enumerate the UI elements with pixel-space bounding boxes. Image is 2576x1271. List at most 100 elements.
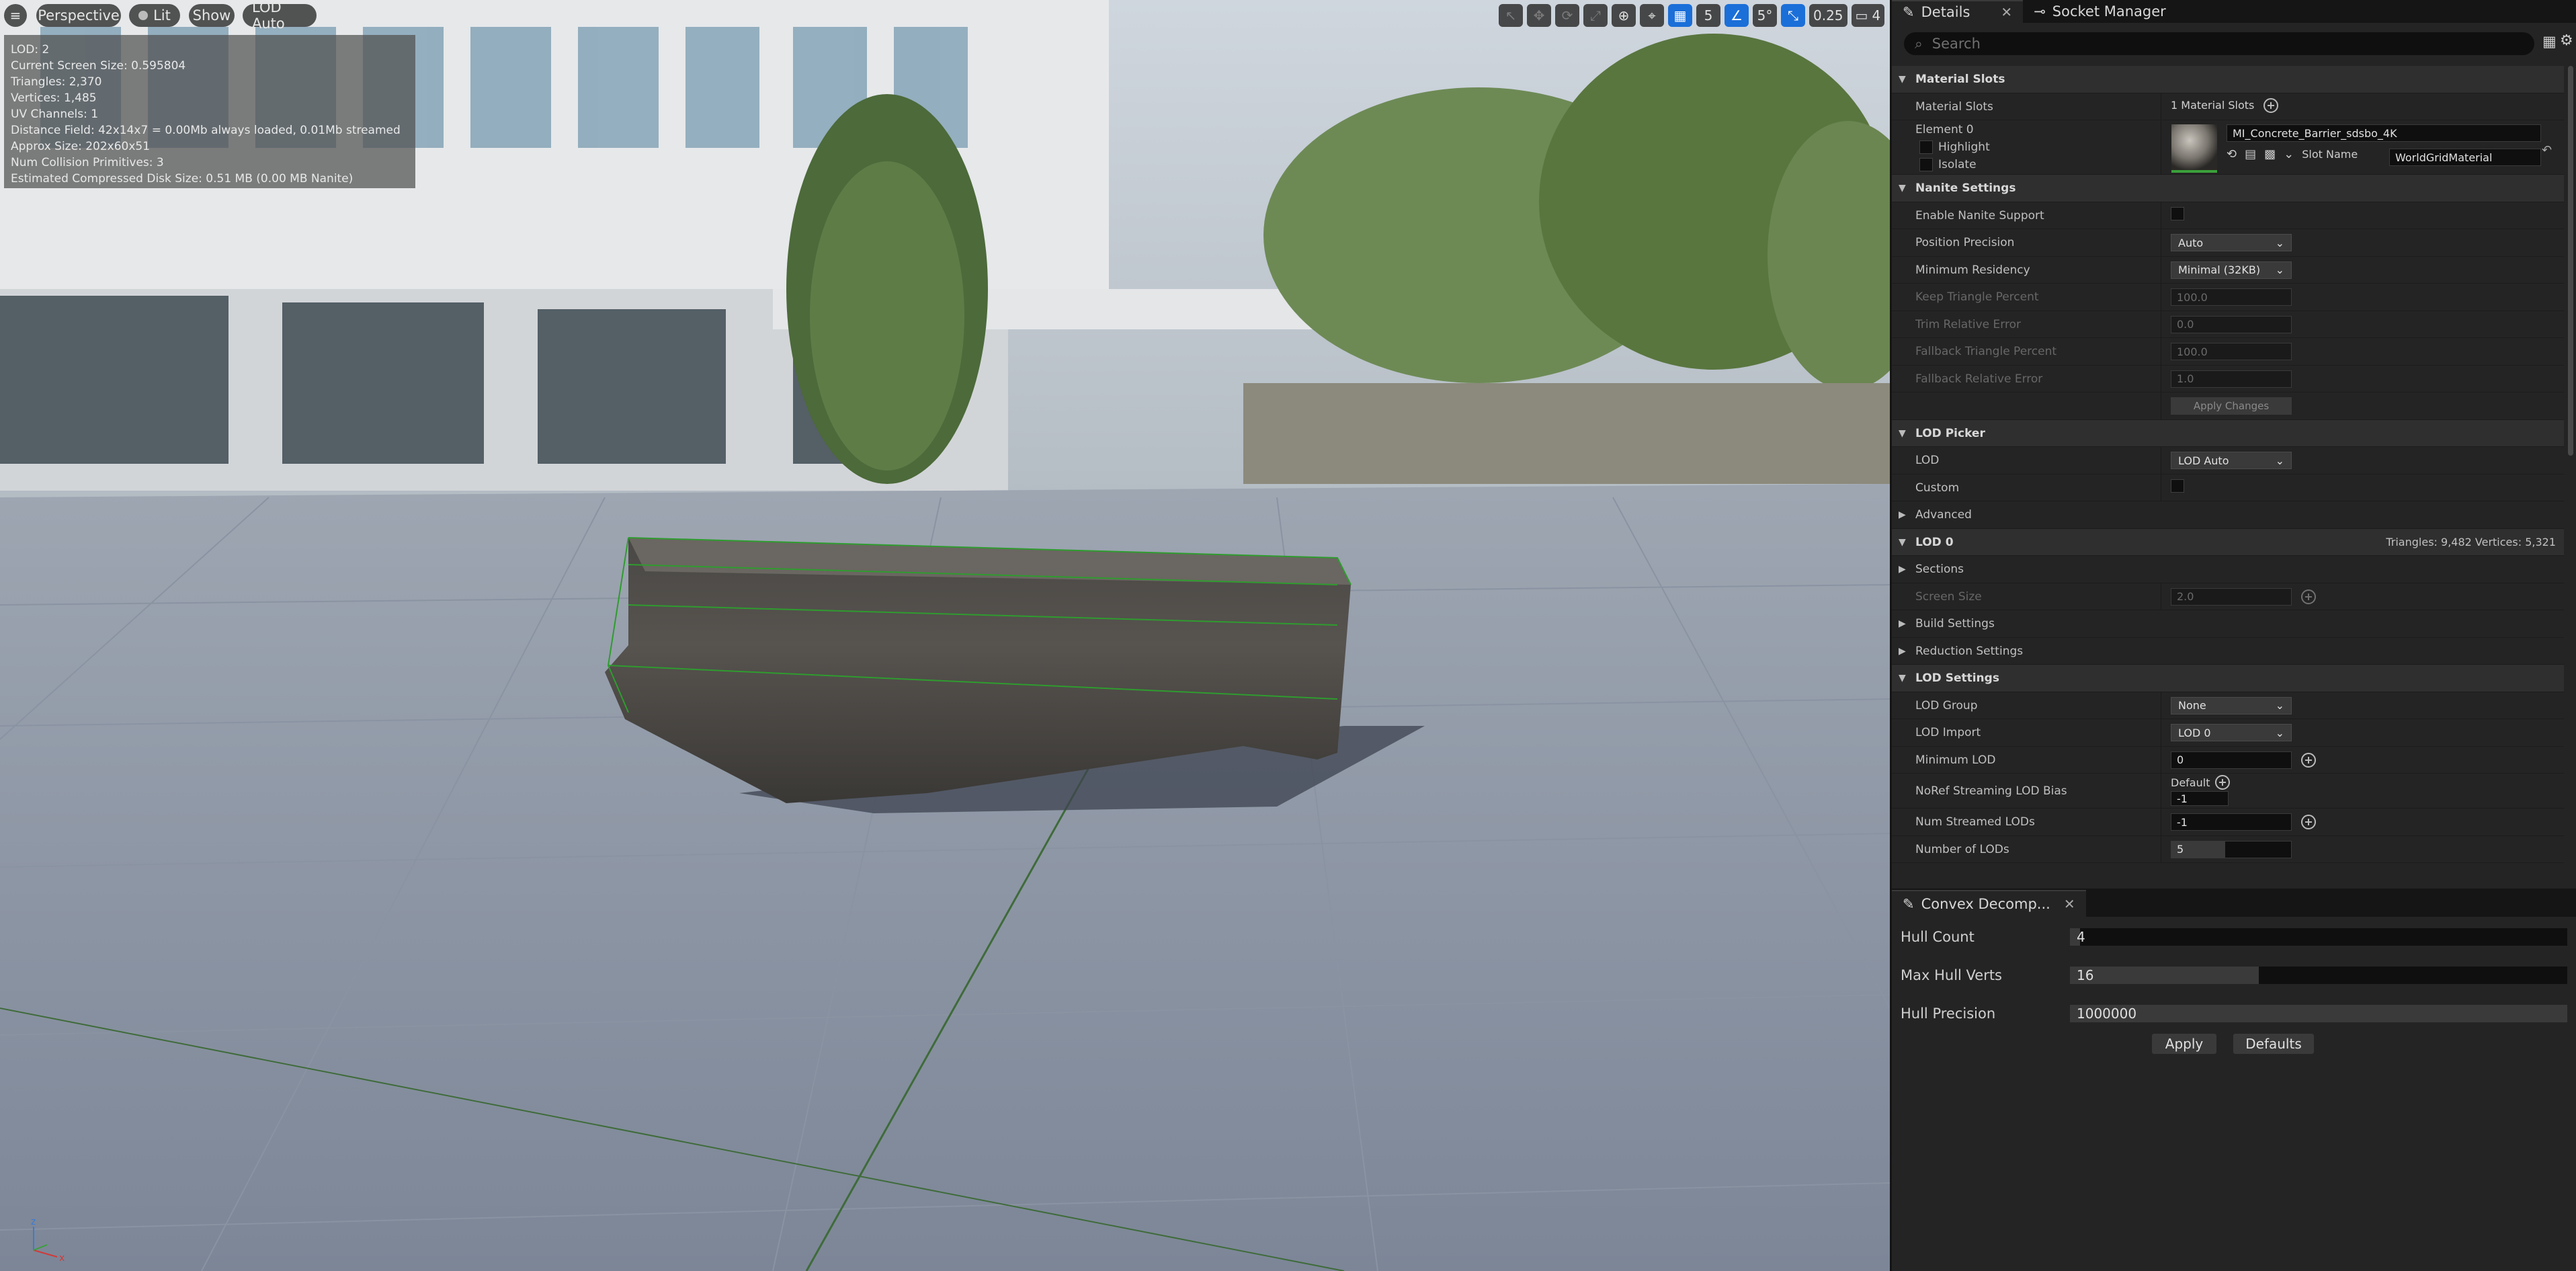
tab-socket-manager[interactable]: ⊸ Socket Manager [2023, 0, 2177, 23]
add-icon[interactable] [2301, 589, 2316, 604]
translate-icon[interactable]: ✥ [1527, 4, 1551, 27]
trim-error-row: Trim Relative Error 0.0 [1892, 311, 2564, 338]
fallback-error-field: 1.0 [2171, 370, 2292, 388]
search-input[interactable]: ⌕ Search [1904, 32, 2534, 55]
num-streamed-lods-row: Num Streamed LODs -1 [1892, 809, 2564, 836]
highlight-checkbox[interactable] [1919, 140, 1933, 154]
world-local-icon[interactable]: ⊕ [1612, 4, 1636, 27]
material-slots-row: Material Slots 1 Material Slots [1892, 93, 2564, 120]
grid-snap-button[interactable]: ▦ [1668, 4, 1692, 27]
minimum-lod-row: Minimum LOD 0 [1892, 746, 2564, 774]
collapse-arrow-icon: ▼ [1899, 427, 1906, 439]
viewport-menu-button[interactable]: ≡ [4, 4, 27, 27]
collapse-arrow-icon: ▼ [1899, 673, 1906, 684]
material-thumbnail[interactable] [2171, 124, 2217, 173]
lod-dropdown[interactable]: LOD Auto ⌄ [2171, 452, 2292, 469]
advanced-row[interactable]: ▶ Advanced [1892, 501, 2564, 529]
hull-count-slider[interactable]: 4 [2070, 928, 2567, 946]
axis-gizmo: z x [31, 1217, 65, 1264]
category-material-slots[interactable]: ▼ Material Slots [1892, 66, 2564, 93]
scale-snap-value[interactable]: 0.25 [1809, 4, 1847, 27]
view-mode-button[interactable]: Lit [129, 4, 180, 27]
category-lod-settings[interactable]: ▼ LOD Settings [1892, 665, 2564, 692]
chevron-down-icon: ⌄ [2275, 699, 2284, 712]
folder-icon[interactable]: ▤ [2245, 147, 2256, 161]
level-viewport[interactable]: ≡ Perspective Lit Show LOD Auto ↖ ✥ ⟳ ⤢ … [0, 0, 1890, 1271]
grid-snap-value[interactable]: 5 [1696, 4, 1720, 27]
lod-import-dropdown[interactable]: LOD 0 ⌄ [2171, 724, 2292, 741]
camera-speed-button[interactable]: ▭ 4 [1851, 4, 1885, 27]
angle-snap-value[interactable]: 5° [1753, 4, 1777, 27]
chevron-down-icon: ⌄ [2275, 454, 2284, 467]
details-scrollbar[interactable] [2568, 66, 2573, 456]
minimum-lod-field[interactable]: 0 [2171, 751, 2292, 769]
reduction-settings-row[interactable]: ▶ Reduction Settings [1892, 638, 2564, 665]
add-icon[interactable] [2215, 775, 2231, 790]
apply-changes-button[interactable]: Apply Changes [2171, 397, 2292, 415]
sections-row[interactable]: ▶ Sections [1892, 556, 2564, 583]
scale-snap-button[interactable]: ⤡ [1781, 4, 1805, 27]
chevron-down-icon: ⌄ [2275, 263, 2284, 276]
chevron-down-icon: ⌄ [2275, 726, 2284, 739]
convex-icon: ✎ [1903, 896, 1915, 912]
surface-snap-icon[interactable]: ⌖ [1640, 4, 1664, 27]
browse-icon[interactable]: ⟲ [2227, 147, 2237, 161]
reset-arrow-icon[interactable]: ↶ [2542, 143, 2552, 157]
defaults-button[interactable]: Defaults [2233, 1034, 2314, 1054]
max-hull-verts-slider[interactable]: 16 [2070, 967, 2567, 984]
close-icon[interactable]: ✕ [2001, 4, 2012, 20]
scale-icon[interactable]: ⤢ [1583, 4, 1608, 27]
lod-group-row: LOD Group None ⌄ [1892, 692, 2564, 719]
material-asset-field[interactable]: MI_Concrete_Barrier_sdsbo_4K [2227, 124, 2541, 142]
keep-triangle-row: Keep Triangle Percent 100.0 [1892, 284, 2564, 311]
number-of-lods-row: Number of LODs 5 [1892, 835, 2564, 863]
viewport-scene [0, 0, 1890, 1271]
material-options-icon[interactable]: ▩ [2264, 147, 2276, 161]
stat-line: Current Screen Size: 0.595804 [11, 59, 186, 73]
expand-arrow-icon: ▶ [1899, 564, 1906, 575]
tab-convex-decomposition[interactable]: ✎ Convex Decomp... ✕ [1892, 890, 2086, 917]
angle-snap-button[interactable]: ∠ [1725, 4, 1749, 27]
stat-line: Estimated Compressed Disk Size: 0.51 MB … [11, 172, 354, 186]
noref-bias-field[interactable]: -1 [2171, 791, 2229, 806]
apply-button[interactable]: Apply [2152, 1034, 2216, 1054]
lod-button[interactable]: LOD Auto [243, 0, 317, 32]
stat-line: Vertices: 1,485 [11, 91, 97, 105]
tab-details[interactable]: ✎ Details ✕ [1892, 0, 2024, 23]
enable-nanite-checkbox[interactable] [2171, 206, 2184, 220]
screen-size-row: Screen Size 2.0 [1892, 583, 2564, 610]
settings-gear-icon[interactable]: ⚙ [2560, 32, 2573, 49]
perspective-button[interactable]: Perspective [36, 4, 121, 27]
hull-precision-slider[interactable]: 1000000 [2070, 1005, 2567, 1022]
num-streamed-lods-field[interactable]: -1 [2171, 813, 2292, 831]
screen-size-field: 2.0 [2171, 587, 2292, 606]
isolate-checkbox[interactable] [1919, 158, 1933, 171]
search-icon: ⌕ [1915, 35, 1923, 52]
add-material-slot-icon[interactable] [2263, 97, 2279, 113]
position-precision-dropdown[interactable]: Auto ⌄ [2171, 234, 2292, 251]
lod-group-dropdown[interactable]: None ⌄ [2171, 696, 2292, 714]
category-nanite-settings[interactable]: ▼ Nanite Settings [1892, 175, 2564, 202]
build-settings-row[interactable]: ▶ Build Settings [1892, 610, 2564, 638]
show-button[interactable]: Show [189, 4, 235, 27]
svg-text:z: z [31, 1217, 36, 1227]
category-lod-picker[interactable]: ▼ LOD Picker [1892, 419, 2564, 447]
category-lod0[interactable]: ▼ LOD 0 Triangles: 9,482 Vertices: 5,321 [1892, 528, 2564, 556]
minimum-residency-dropdown[interactable]: Minimal (32KB) ⌄ [2171, 261, 2292, 279]
close-icon[interactable]: ✕ [2064, 896, 2075, 912]
rotate-icon[interactable]: ⟳ [1555, 4, 1579, 27]
pencil-icon: ✎ [1903, 4, 1915, 20]
chevron-down-icon[interactable]: ⌄ [2284, 147, 2294, 161]
number-of-lods-slider[interactable]: 5 [2171, 840, 2292, 858]
slot-name-field[interactable]: WorldGridMaterial [2389, 149, 2541, 166]
collapse-arrow-icon: ▼ [1899, 183, 1906, 194]
custom-checkbox[interactable] [2171, 479, 2184, 493]
select-mode-icon[interactable]: ↖ [1499, 4, 1523, 27]
add-icon[interactable] [2301, 752, 2316, 768]
table-view-icon[interactable]: ▦ [2542, 34, 2557, 50]
noref-bias-row: NoRef Streaming LOD Bias Default -1 [1892, 774, 2564, 809]
lod-row: LOD LOD Auto ⌄ [1892, 447, 2564, 475]
add-icon[interactable] [2301, 815, 2316, 829]
chevron-down-icon: ⌄ [2275, 236, 2284, 249]
scale-snap-icon: ⤡ [1788, 7, 1798, 24]
